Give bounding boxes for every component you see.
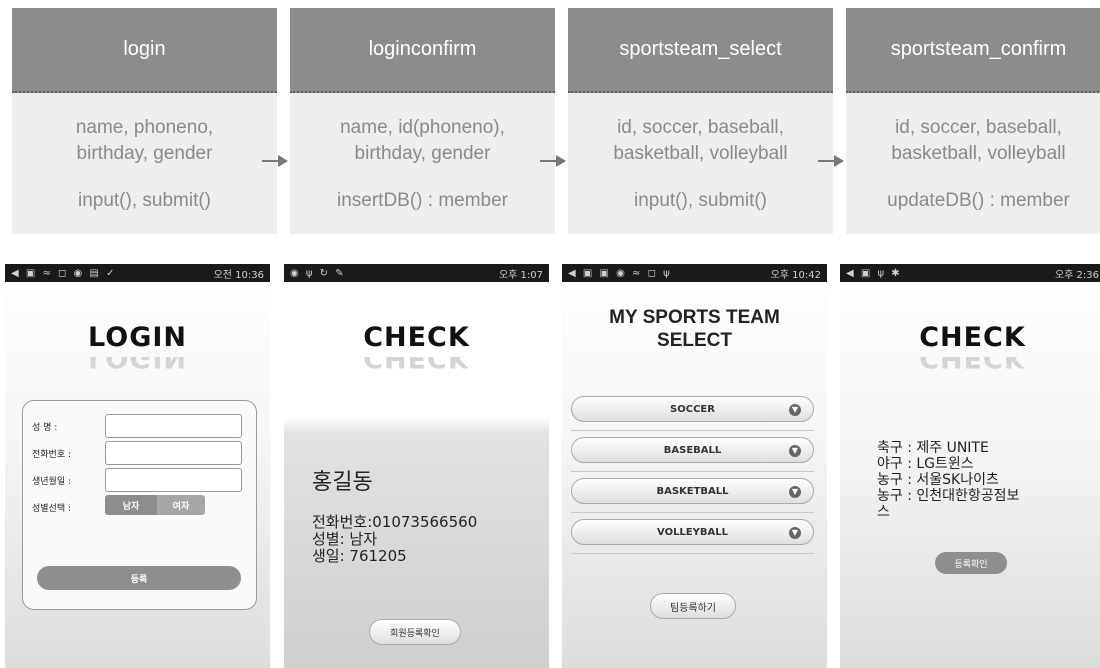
chevron-down-icon: ▼ [789, 404, 801, 416]
phone-screen-check: ◉ ψ ↻ ✎ 오후 1:07 CHECK CHECK 홍길동 전화번호:010… [284, 264, 549, 668]
gender-female-toggle[interactable]: 여자 [157, 495, 205, 515]
phone-input[interactable] [105, 441, 242, 465]
status-time: 오후 10:42 [770, 269, 821, 281]
flow-box-line: id, soccer, baseball, [895, 117, 1062, 138]
select-title-line2: SELECT [657, 330, 732, 351]
status-icons: ◉ ψ ↻ ✎ [290, 267, 346, 279]
team-volleyball-cont: 스 [877, 504, 890, 520]
flow-box-line: name, phoneno, [75, 117, 214, 138]
member-birth: 생일: 761205 [312, 547, 407, 565]
check-logo: CHECK [919, 322, 1026, 353]
login-form-panel: 성 명 : 전화번호 : 생년월일 : 성별선택 : 남자 여자 등록 [22, 400, 257, 610]
soccer-dropdown[interactable]: SOCCER ▼ [571, 396, 814, 422]
status-icons: ◀ ▣ ▣ ◉ ≈ ◻ ψ [568, 267, 672, 279]
select-title-line1: MY SPORTS TEAM [609, 307, 780, 328]
member-name: 홍길동 [312, 470, 373, 495]
flow-box-line: input(), submit() [77, 190, 212, 211]
status-icons: ◀ ▣ ≈ ◻ ◉ ▤ ✓ [11, 267, 117, 279]
flow-box-line: id, soccer, baseball, [617, 117, 784, 138]
status-icons: ◀ ▣ ψ ✱ [846, 267, 902, 279]
flow-box-sportsteam-select: sportsteam_select id, soccer, baseball, … [568, 8, 833, 234]
dropdown-label: BASKETBALL [656, 485, 729, 497]
flow-arrow-icon [262, 155, 288, 167]
flow-box-title: sportsteam_select [568, 8, 833, 93]
divider [571, 471, 814, 472]
phone-screen-login: ◀ ▣ ≈ ◻ ◉ ▤ ✓ 오전 10:36 LOGIN LOGIN 성 명 :… [5, 264, 270, 668]
status-time: 오전 10:36 [213, 269, 264, 281]
team-confirm-button[interactable]: 등록확인 [935, 552, 1007, 574]
flow-arrow-icon [818, 155, 844, 167]
divider [571, 553, 814, 554]
chevron-down-icon: ▼ [789, 445, 801, 457]
team-list: 축구 : 제주 UNITE 야구 : LG트윈스 농구 : 서울SK나이츠 농구… [877, 440, 1019, 520]
flow-box-line: updateDB() : member [887, 190, 1070, 211]
check-logo: CHECK [363, 322, 470, 353]
dropdown-label: VOLLEYBALL [657, 526, 728, 538]
select-title: MY SPORTS TEAM SELECT [562, 306, 827, 352]
team-soccer: 축구 : 제주 UNITE [877, 440, 989, 456]
name-input[interactable] [105, 414, 242, 438]
flow-box-line: insertDB() : member [336, 190, 509, 211]
flow-box-title: login [12, 8, 277, 93]
flow-box-loginconfirm: loginconfirm name, id(phoneno), birthday… [290, 8, 555, 234]
member-confirm-button[interactable]: 회원등록확인 [369, 619, 461, 645]
flow-box-line: basketball, volleyball [613, 143, 788, 164]
register-button[interactable]: 등록 [37, 566, 241, 590]
phone-screen-check-teams: ◀ ▣ ψ ✱ 오후 2:36 CHECK CHECK 축구 : 제주 UNIT… [840, 264, 1100, 668]
team-register-button[interactable]: 팀등록하기 [650, 593, 736, 619]
status-bar: ◀ ▣ ▣ ◉ ≈ ◻ ψ 오후 10:42 [562, 264, 827, 282]
check-logo-reflection: CHECK [363, 357, 470, 373]
status-time: 오후 1:07 [498, 269, 543, 281]
flow-box-login: login name, phoneno, birthday, gender in… [12, 8, 277, 234]
phone-label: 전화번호 : [32, 450, 72, 460]
gender-male-toggle[interactable]: 남자 [105, 495, 157, 515]
dropdown-label: SOCCER [670, 403, 715, 415]
phone-screen-select: ◀ ▣ ▣ ◉ ≈ ◻ ψ 오후 10:42 MY SPORTS TEAM SE… [562, 264, 827, 668]
status-bar: ◀ ▣ ≈ ◻ ◉ ▤ ✓ 오전 10:36 [5, 264, 270, 282]
chevron-down-icon: ▼ [789, 486, 801, 498]
flow-box-sportsteam-confirm: sportsteam_confirm id, soccer, baseball,… [846, 8, 1100, 234]
login-logo: LOGIN [88, 322, 187, 353]
status-bar: ◀ ▣ ψ ✱ 오후 2:36 [840, 264, 1100, 282]
basketball-dropdown[interactable]: BASKETBALL ▼ [571, 478, 814, 504]
flow-box-title: loginconfirm [290, 8, 555, 93]
volleyball-dropdown[interactable]: VOLLEYBALL ▼ [571, 519, 814, 545]
member-phone: 전화번호:01073566560 [312, 513, 478, 531]
birth-label: 생년월일 : [32, 477, 72, 487]
flow-box-line: input(), submit() [633, 190, 768, 211]
flow-box-title: sportsteam_confirm [846, 8, 1100, 93]
chevron-down-icon: ▼ [789, 527, 801, 539]
dropdown-label: BASEBALL [663, 444, 722, 456]
flow-arrow-icon [540, 155, 566, 167]
status-bar: ◉ ψ ↻ ✎ 오후 1:07 [284, 264, 549, 282]
name-label: 성 명 : [32, 423, 58, 433]
flow-box-line: birthday, gender [354, 143, 491, 164]
flow-box-line: basketball, volleyball [891, 143, 1066, 164]
divider [571, 512, 814, 513]
flow-box-line: birthday, gender [76, 143, 213, 164]
divider [571, 430, 814, 431]
baseball-dropdown[interactable]: BASEBALL ▼ [571, 437, 814, 463]
gender-label: 성별선택 : [32, 504, 72, 514]
team-baseball: 야구 : LG트윈스 [877, 456, 974, 472]
flow-box-line: name, id(phoneno), [340, 117, 505, 138]
status-time: 오후 2:36 [1054, 269, 1099, 281]
team-basketball: 농구 : 서울SK나이츠 [877, 472, 999, 488]
check-logo-reflection: CHECK [919, 357, 1026, 373]
team-volleyball: 농구 : 인천대한항공점보 [877, 488, 1020, 504]
login-logo-reflection: LOGIN [88, 357, 187, 373]
member-gender: 성별: 남자 [312, 530, 378, 548]
birth-input[interactable] [105, 468, 242, 492]
